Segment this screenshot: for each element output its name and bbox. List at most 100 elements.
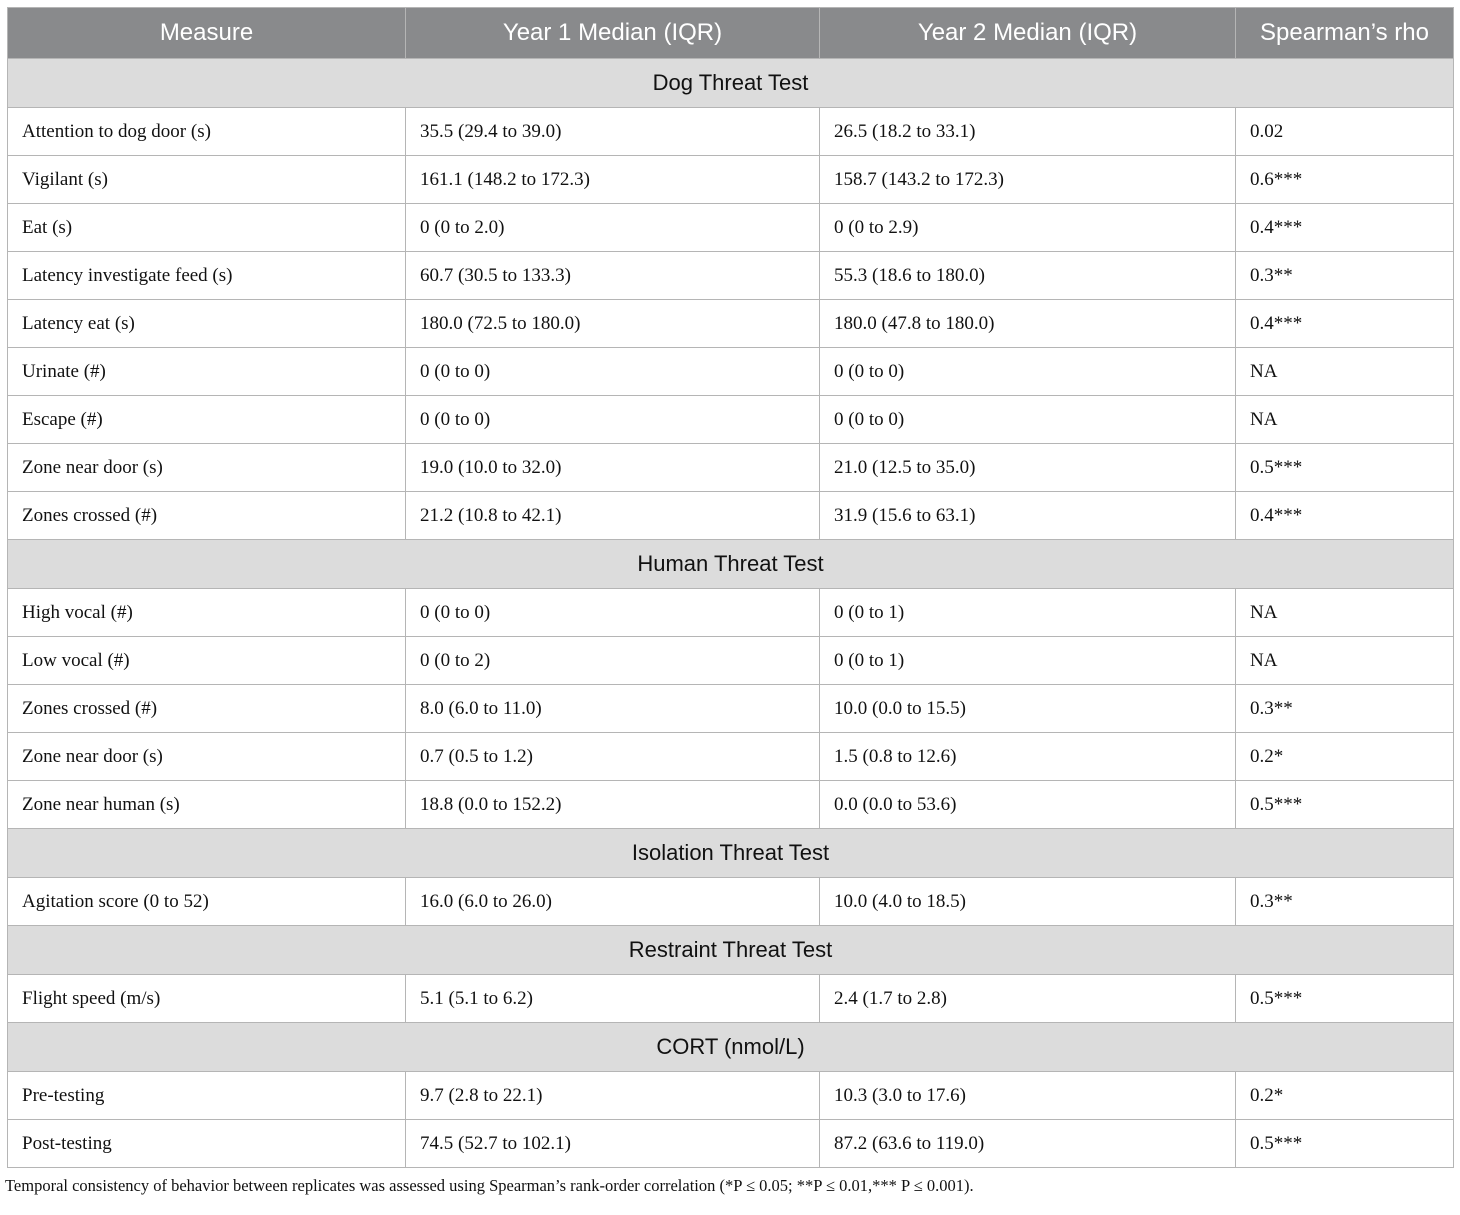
table-row: Latency investigate feed (s) 60.7 (30.5 t… [7,251,1454,300]
header-row: Measure Year 1 Median (IQR) Year 2 Media… [7,7,1454,59]
cell-year1: 161.1 (148.2 to 172.3) [405,155,820,204]
cell-year1: 0.7 (0.5 to 1.2) [405,732,820,781]
section-title: Restraint Threat Test [7,925,1454,975]
cell-measure: Zones crossed (#) [7,684,406,733]
header-spearman: Spearman’s rho [1235,7,1454,59]
cell-spearman: 0.3** [1235,877,1454,926]
cell-year1: 9.7 (2.8 to 22.1) [405,1071,820,1120]
cell-year1: 60.7 (30.5 to 133.3) [405,251,820,300]
header-year2: Year 2 Median (IQR) [819,7,1236,59]
cell-spearman: NA [1235,347,1454,396]
cell-year2: 55.3 (18.6 to 180.0) [819,251,1236,300]
cell-measure: Escape (#) [7,395,406,444]
section-title: Isolation Threat Test [7,828,1454,878]
cell-measure: Attention to dog door (s) [7,107,406,156]
cell-spearman: 0.4*** [1235,203,1454,252]
cell-year2: 2.4 (1.7 to 2.8) [819,974,1236,1023]
cell-spearman: 0.5*** [1235,443,1454,492]
cell-year2: 21.0 (12.5 to 35.0) [819,443,1236,492]
table-row: Agitation score (0 to 52) 16.0 (6.0 to 26… [7,877,1454,926]
results-table: Measure Year 1 Median (IQR) Year 2 Media… [7,7,1454,1168]
section-header-row: Human Threat Test [7,539,1454,589]
table-row: Zone near door (s) 0.7 (0.5 to 1.2) 1.5 (0… [7,732,1454,781]
cell-year2: 26.5 (18.2 to 33.1) [819,107,1236,156]
cell-measure: Zone near door (s) [7,732,406,781]
table-row: Vigilant (s) 161.1 (148.2 to 172.3) 158.7 … [7,155,1454,204]
header-year1: Year 1 Median (IQR) [405,7,820,59]
cell-year1: 35.5 (29.4 to 39.0) [405,107,820,156]
cell-measure: Zones crossed (#) [7,491,406,540]
cell-year2: 87.2 (63.6 to 119.0) [819,1119,1236,1168]
cell-measure: Low vocal (#) [7,636,406,685]
section-header-row: Restraint Threat Test [7,925,1454,975]
cell-year2: 10.0 (4.0 to 18.5) [819,877,1236,926]
cell-spearman: 0.4*** [1235,491,1454,540]
section-header-row: CORT (nmol/L) [7,1022,1454,1072]
cell-year2: 10.3 (3.0 to 17.6) [819,1071,1236,1120]
cell-measure: Zone near human (s) [7,780,406,829]
cell-measure: Zone near door (s) [7,443,406,492]
cell-year1: 0 (0 to 0) [405,395,820,444]
cell-year1: 0 (0 to 2.0) [405,203,820,252]
cell-year1: 0 (0 to 0) [405,588,820,637]
cell-year1: 16.0 (6.0 to 26.0) [405,877,820,926]
cell-measure: Latency eat (s) [7,299,406,348]
table-row: High vocal (#) 0 (0 to 0) 0 (0 to 1) NA [7,588,1454,637]
cell-year2: 158.7 (143.2 to 172.3) [819,155,1236,204]
table-row: Zones crossed (#) 8.0 (6.0 to 11.0) 10.0 (… [7,684,1454,733]
cell-year2: 31.9 (15.6 to 63.1) [819,491,1236,540]
table-row: Zones crossed (#) 21.2 (10.8 to 42.1) 31.9… [7,491,1454,540]
cell-spearman: NA [1235,395,1454,444]
cell-spearman: NA [1235,636,1454,685]
cell-spearman: 0.6*** [1235,155,1454,204]
table-row: Post-testing 74.5 (52.7 to 102.1) 87.2 (63… [7,1119,1454,1168]
cell-year2: 0.0 (0.0 to 53.6) [819,780,1236,829]
table-row: Zone near human (s) 18.8 (0.0 to 152.2) 0.… [7,780,1454,829]
cell-spearman: 0.2* [1235,1071,1454,1120]
cell-year1: 18.8 (0.0 to 152.2) [405,780,820,829]
cell-year1: 0 (0 to 0) [405,347,820,396]
table-row: Latency eat (s) 180.0 (72.5 to 180.0) 180.… [7,299,1454,348]
cell-measure: Flight speed (m/s) [7,974,406,1023]
table-row: Eat (s) 0 (0 to 2.0) 0 (0 to 2.9) 0.4*** [7,203,1454,252]
cell-year2: 0 (0 to 0) [819,347,1236,396]
cell-year1: 21.2 (10.8 to 42.1) [405,491,820,540]
cell-measure: Urinate (#) [7,347,406,396]
cell-measure: Latency investigate feed (s) [7,251,406,300]
cell-measure: Post-testing [7,1119,406,1168]
cell-year2: 0 (0 to 0) [819,395,1236,444]
cell-spearman: 0.5*** [1235,1119,1454,1168]
cell-measure: Eat (s) [7,203,406,252]
header-measure: Measure [7,7,406,59]
cell-year1: 180.0 (72.5 to 180.0) [405,299,820,348]
table-caption: Temporal consistency of behavior between… [5,1176,974,1195]
table-row: Zone near door (s) 19.0 (10.0 to 32.0) 21.… [7,443,1454,492]
cell-year2: 180.0 (47.8 to 180.0) [819,299,1236,348]
cell-year1: 8.0 (6.0 to 11.0) [405,684,820,733]
section-header-row: Dog Threat Test [7,58,1454,108]
table-row: Low vocal (#) 0 (0 to 2) 0 (0 to 1) NA [7,636,1454,685]
cell-spearman: 0.5*** [1235,780,1454,829]
table-row: Pre-testing 9.7 (2.8 to 22.1) 10.3 (3.0 to… [7,1071,1454,1120]
section-header-row: Isolation Threat Test [7,828,1454,878]
cell-spearman: 0.3** [1235,684,1454,733]
cell-spearman: 0.5*** [1235,974,1454,1023]
cell-year1: 74.5 (52.7 to 102.1) [405,1119,820,1168]
cell-year2: 1.5 (0.8 to 12.6) [819,732,1236,781]
cell-year2: 0 (0 to 2.9) [819,203,1236,252]
cell-spearman: 0.3** [1235,251,1454,300]
cell-measure: Agitation score (0 to 52) [7,877,406,926]
cell-year2: 0 (0 to 1) [819,588,1236,637]
cell-year1: 5.1 (5.1 to 6.2) [405,974,820,1023]
cell-spearman: NA [1235,588,1454,637]
cell-year2: 0 (0 to 1) [819,636,1236,685]
cell-measure: Vigilant (s) [7,155,406,204]
section-title: Human Threat Test [7,539,1454,589]
cell-measure: Pre-testing [7,1071,406,1120]
table-row: Attention to dog door (s) 35.5 (29.4 to 3… [7,107,1454,156]
cell-spearman: 0.4*** [1235,299,1454,348]
cell-spearman: 0.02 [1235,107,1454,156]
table-row: Flight speed (m/s) 5.1 (5.1 to 6.2) 2.4 (1… [7,974,1454,1023]
section-title: CORT (nmol/L) [7,1022,1454,1072]
table-row: Escape (#) 0 (0 to 0) 0 (0 to 0) NA [7,395,1454,444]
